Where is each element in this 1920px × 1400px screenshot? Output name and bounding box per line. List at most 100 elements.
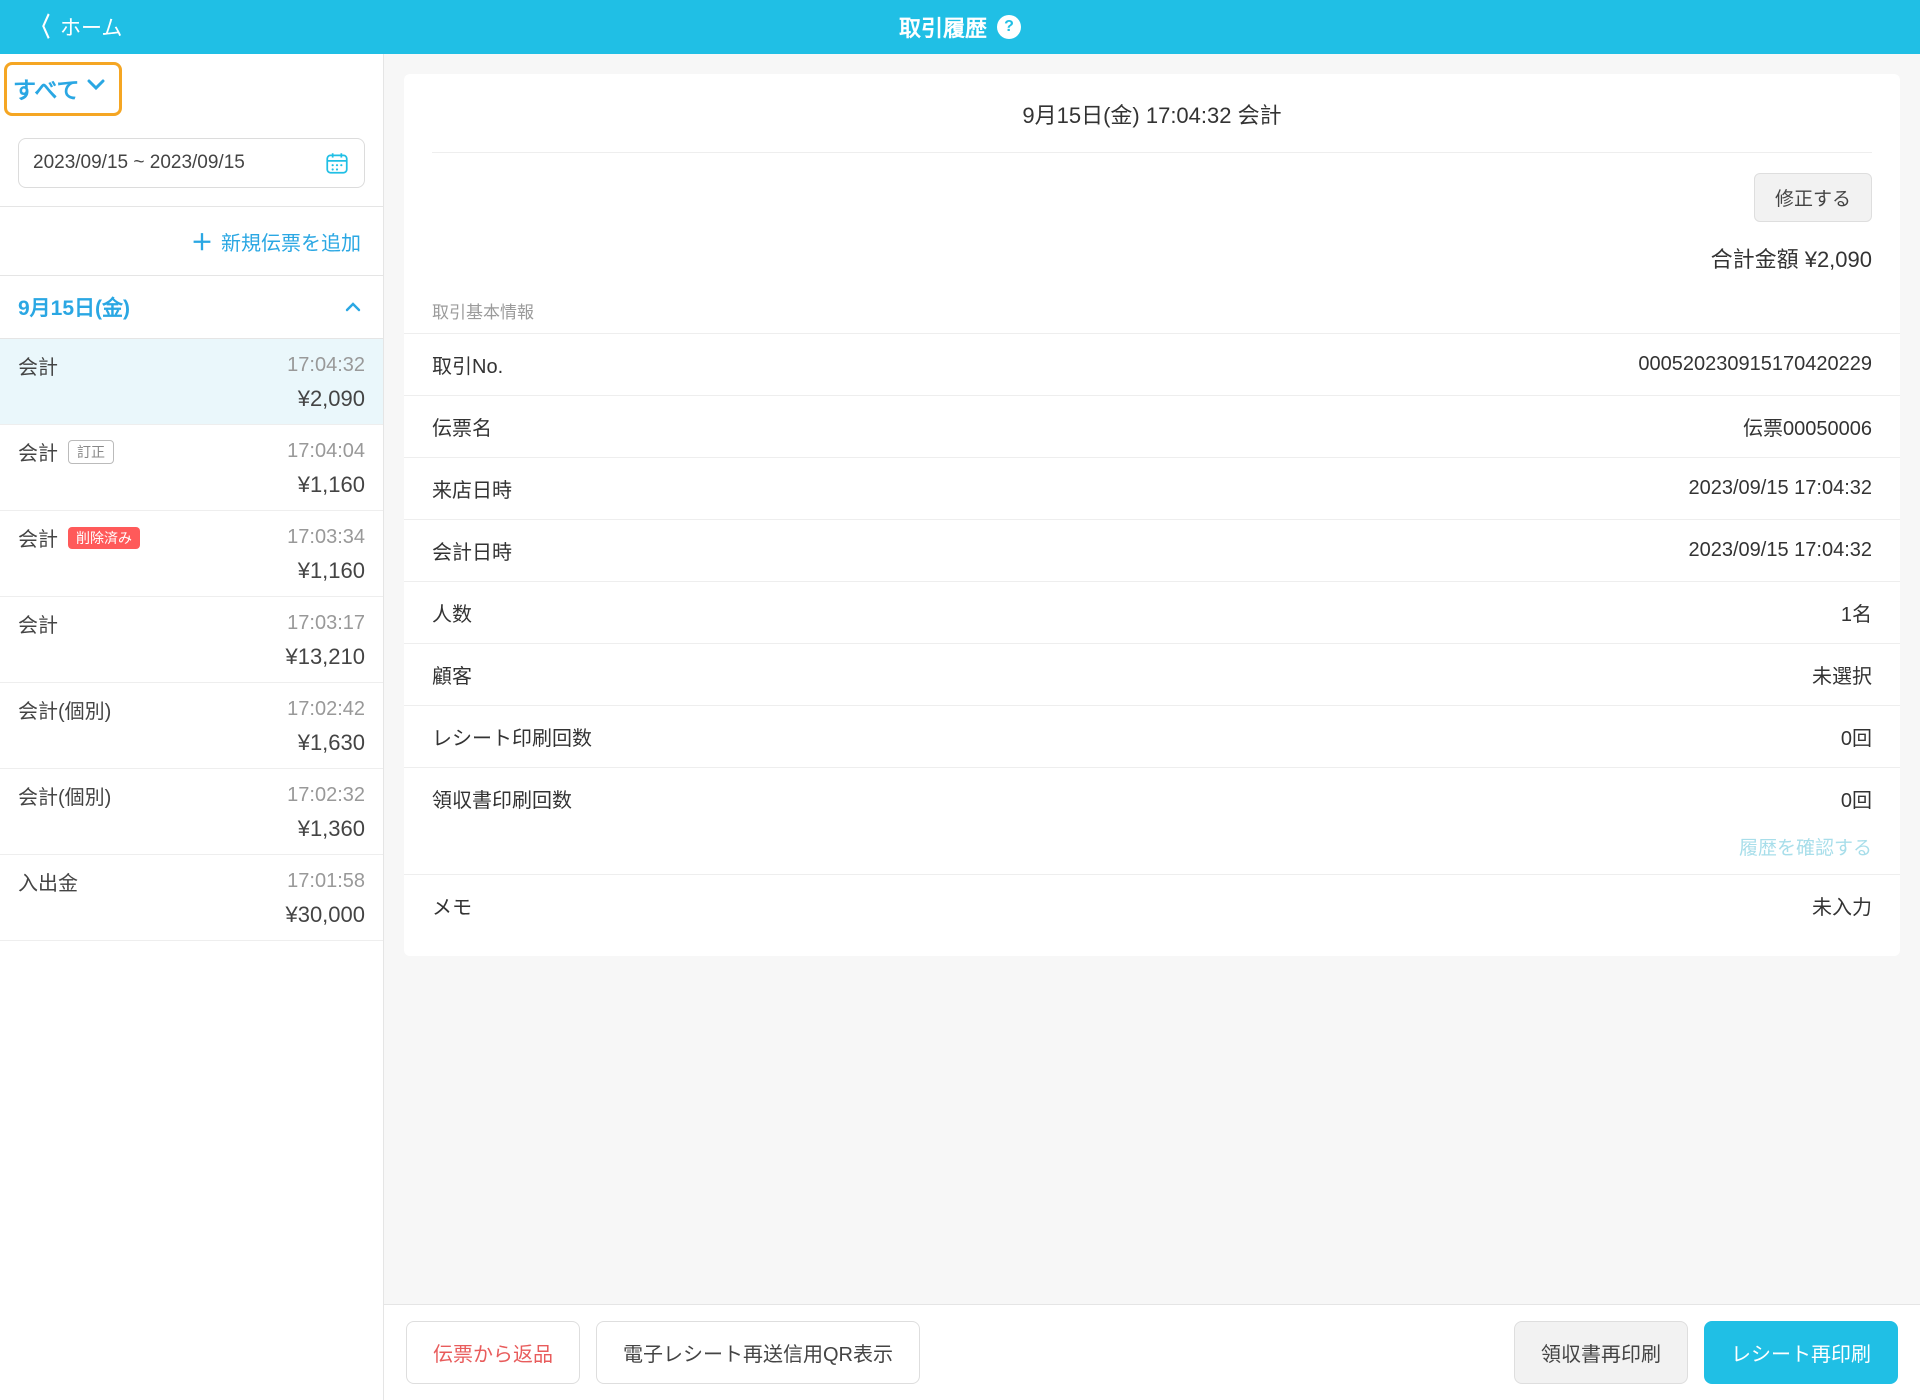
status-badge: 削除済み [68,527,140,549]
info-value: 未選択 [1812,660,1872,689]
transaction-amount: ¥2,090 [18,386,365,412]
info-row: 顧客 未選択 [404,643,1900,705]
info-label: 領収書印刷回数 [432,784,572,813]
history-link-row: 履歴を確認する [404,829,1900,874]
info-label: 伝票名 [432,412,492,441]
transaction-name-wrap: 会計(個別) [18,781,111,810]
transaction-line1: 会計削除済み17:03:34 [18,523,365,552]
qr-reprint-label: 電子レシート再送信用QR表示 [623,1344,893,1366]
info-list: 取引No.000520230915170420229 伝票名 伝票00050006 来… [404,333,1900,936]
receipt-reprint-label: 領収書再印刷 [1541,1344,1661,1366]
transaction-amount: ¥30,000 [18,902,365,928]
return-from-slip-label: 伝票から返品 [433,1344,553,1366]
print-reprint-label: レシート再印刷 [1731,1344,1871,1366]
transaction-line1: 会計(個別) 17:02:32 [18,781,365,810]
info-value: 2023/09/15 17:04:32 [1688,477,1872,500]
transaction-time: 17:01:58 [287,870,365,893]
section-title: 取引基本情報 [404,298,1900,333]
return-from-slip-button[interactable]: 伝票から返品 [406,1321,580,1384]
back-button[interactable]: 〈 ホーム [28,12,122,42]
qr-reprint-button[interactable]: 電子レシート再送信用QR表示 [596,1321,920,1384]
total-amount: ¥2,090 [1805,247,1872,272]
info-row: 来店日時 2023/09/15 17:04:32 [404,457,1900,519]
transaction-list: 会計17:04:32¥2,090会計訂正17:04:04¥1,160会計削除済み… [0,339,383,1400]
transaction-line1: 会計17:03:17 [18,609,365,638]
info-value: 伝票00050006 [1743,412,1872,441]
transaction-name-wrap: 会計 [18,609,58,638]
info-label: 来店日時 [432,474,512,503]
section-title-text: 取引基本情報 [432,303,534,322]
chevron-left-icon: 〈 [32,14,50,40]
date-range-value: 2023/09/15 ~ 2023/09/15 [33,152,245,174]
info-value: 未入力 [1812,891,1872,920]
info-value: 0回 [1841,784,1872,813]
total-label: 合計金額 [1711,247,1799,272]
transaction-name-wrap: 会計削除済み [18,523,140,552]
info-label: 顧客 [432,660,472,689]
transaction-row[interactable]: 入出金 17:01:58 ¥30,000 [0,855,383,941]
transaction-amount: ¥13,210 [18,644,365,670]
detail-header-text: 9月15日(金) 17:04:32 会計 [1022,103,1281,128]
info-row: 伝票名 伝票00050006 [404,395,1900,457]
transaction-time: 17:02:42 [287,698,365,721]
info-value: 1名 [1841,598,1872,627]
add-slip-label: 新規伝票を追加 [221,227,361,256]
transaction-row[interactable]: 会計訂正17:04:04 ¥1,160 [0,425,383,511]
info-row: 人数 1名 [404,581,1900,643]
transaction-row[interactable]: 会計(個別)17:02:42¥1,630 [0,683,383,769]
page-title-text: 取引履歴 [899,11,987,43]
detail-card: 9月15日(金) 17:04:32 会計 修正する 合計金額 ¥2,090 取引… [404,74,1900,956]
receipt-reprint-button[interactable]: 領収書再印刷 [1514,1321,1688,1384]
info-label: メモ [432,891,472,920]
info-label: 取引No. [432,350,503,379]
transaction-line1: 会計(個別) 17:02:42 [18,695,365,724]
transaction-name-wrap: 会計訂正 [18,437,114,466]
transaction-row[interactable]: 会計 17:04:32 ¥2,090 [0,339,383,425]
edit-button[interactable]: 修正する [1754,173,1872,222]
transaction-time: 17:04:32 [287,354,365,377]
transaction-name-wrap: 会計 [18,351,58,380]
status-badge: 訂正 [68,440,114,464]
info-label: 人数 [432,598,472,627]
total-amount-row: 合計金額 ¥2,090 [404,222,1900,298]
back-label: ホーム [60,12,122,42]
transaction-row[interactable]: 会計削除済み17:03:34 ¥1,160 [0,511,383,597]
transaction-amount: ¥1,160 [18,472,365,498]
transaction-line1: 入出金 17:01:58 [18,867,365,896]
history-link[interactable]: 履歴を確認する [1739,838,1872,859]
info-label: 会計日時 [432,536,512,565]
detail-header: 9月15日(金) 17:04:32 会計 [404,74,1900,152]
filter-dropdown[interactable]: すべて [4,62,122,116]
transaction-name: 会計 [18,609,58,638]
transaction-name: 会計 [18,523,58,552]
transaction-time: 17:02:32 [287,784,365,807]
date-range-input[interactable]: 2023/09/15 ~ 2023/09/15 [18,138,365,188]
transaction-name: 会計(個別) [18,781,111,810]
bottom-bar: 伝票から返品 電子レシート再送信用QR表示 領収書再印刷 レシート再印刷 [384,1304,1920,1400]
filter-section: すべて 2023/09/15 ~ 2023/09/15 [0,54,383,206]
chevron-down-icon [87,79,105,91]
transaction-row[interactable]: 会計(個別) 17:02:32 ¥1,360 [0,769,383,855]
add-slip-button[interactable]: ＋ 新規伝票を追加 [0,206,383,276]
info-row: レシート印刷回数0回 [404,705,1900,767]
calendar-icon [324,150,350,176]
transaction-line1: 会計訂正17:04:04 [18,437,365,466]
day-header[interactable]: 9月15日(金) [0,276,383,339]
transaction-row[interactable]: 会計17:03:17 ¥13,210 [0,597,383,683]
sidebar: すべて 2023/09/15 ~ 2023/09/15 [0,54,384,1400]
transaction-name: 入出金 [18,867,78,896]
transaction-amount: ¥1,160 [18,558,365,584]
transaction-name-wrap: 会計(個別) [18,695,111,724]
transaction-amount: ¥1,360 [18,816,365,842]
help-icon[interactable]: ? [997,15,1021,39]
app-header: 〈 ホーム 取引履歴 ? [0,0,1920,54]
chevron-up-icon [345,302,361,312]
info-row: 取引No.000520230915170420229 [404,333,1900,395]
transaction-name: 会計 [18,437,58,466]
edit-button-label: 修正する [1775,189,1851,210]
info-label: レシート印刷回数 [432,722,592,751]
transaction-name: 会計 [18,351,58,380]
filter-label: すべて [13,71,79,105]
print-reprint-button[interactable]: レシート再印刷 [1704,1321,1898,1384]
info-row: 領収書印刷回数 0回 [404,767,1900,829]
